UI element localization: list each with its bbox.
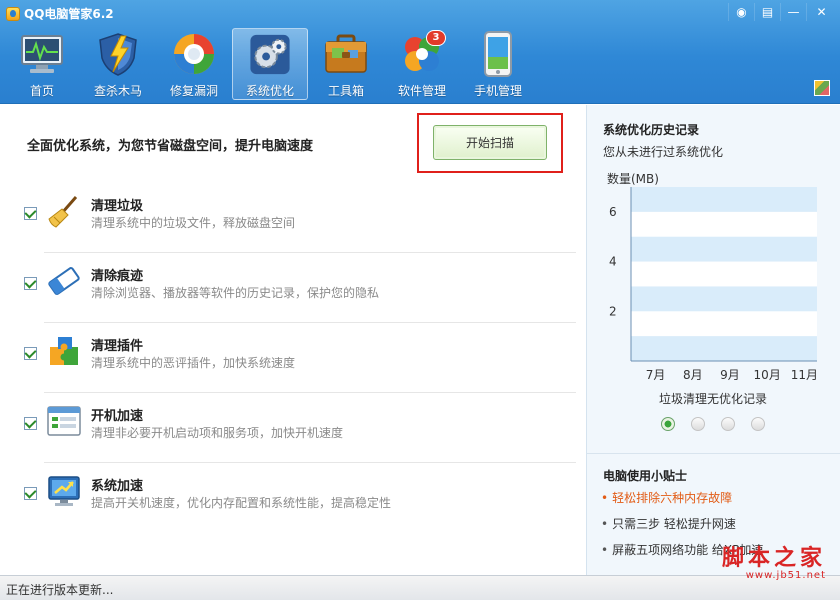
close-icon[interactable]: ✕	[806, 3, 836, 21]
carousel-dot[interactable]	[751, 417, 765, 431]
tab-phone-manage-label: 手机管理	[473, 84, 522, 98]
broom-icon	[48, 196, 78, 228]
tip-text: 轻松排除六种内存故障	[612, 491, 733, 505]
clean-plugins-title: 清理插件	[91, 339, 144, 354]
tab-virus-scan-label: 查杀木马	[93, 84, 142, 98]
page-title: 全面优化系统，为您节省磁盘空间，提升电脑速度	[27, 139, 314, 154]
chart-plot-area	[631, 187, 817, 361]
boot-speed-title: 开机加速	[91, 409, 144, 424]
puzzle-icon	[50, 337, 78, 365]
side-panel: 系统优化历史记录 您从未进行过系统优化 数量(MB) 2 4 6 7月 8月 9月 10月 1…	[586, 105, 840, 575]
software-update-badge: 3	[426, 30, 446, 46]
clean-junk-desc: 清理系统中的垃圾文件，释放磁盘空间	[91, 216, 296, 230]
tab-toolbox[interactable]: 工具箱	[308, 28, 384, 100]
clear-traces-title: 清除痕迹	[91, 269, 144, 284]
chart-grid-band	[631, 336, 817, 361]
tip-text: 只需三步 轻松提升网速	[612, 517, 736, 531]
chart-grid-band	[631, 236, 817, 262]
window-title: QQ电脑管家6.2	[6, 5, 114, 22]
qq-shield-logo-icon	[6, 6, 20, 21]
gears-icon	[250, 34, 290, 75]
system-speed-desc: 提高开关机速度，优化内存配置和系统性能，提高稳定性	[91, 496, 392, 510]
tab-fix-vulnerability-label: 修复漏洞	[169, 84, 218, 98]
clear-traces-checkbox[interactable]	[24, 277, 37, 290]
boot-speed-desc: 清理非必要开机启动项和服务项，加快开机速度	[91, 426, 344, 440]
tab-home-label: 首页	[29, 84, 54, 98]
window-controls: ◉ ▤ — ✕	[728, 3, 836, 21]
menu-icon[interactable]: ▤	[754, 3, 780, 21]
list-item-system-speed: 系统加速 提高开关机速度，优化内存配置和系统性能，提高稳定性	[0, 463, 586, 533]
repair-ring-icon	[174, 34, 214, 74]
clean-junk-title: 清理垃圾	[91, 199, 144, 214]
eraser-icon	[48, 267, 80, 295]
clean-plugins-checkbox[interactable]	[24, 347, 37, 360]
toolbox-icon	[325, 34, 367, 73]
y-tick-label: 2	[609, 304, 617, 318]
window-title-text: QQ电脑管家6.2	[24, 7, 114, 21]
optimize-item-list: 清理垃圾 清理系统中的垃圾文件，释放磁盘空间 清除痕迹 清除浏览器、播放器等软件…	[0, 183, 586, 533]
feedback-icon[interactable]: ◉	[728, 3, 754, 21]
list-item-clear-traces: 清除痕迹 清除浏览器、播放器等软件的历史记录，保护您的隐私	[0, 253, 586, 323]
carousel-dot[interactable]	[691, 417, 705, 431]
tab-software-manage-label: 软件管理	[397, 84, 446, 98]
phone-icon	[484, 31, 512, 77]
tab-toolbox-label: 工具箱	[327, 84, 364, 98]
x-tick-label: 8月	[683, 368, 703, 382]
tab-virus-scan[interactable]: 查杀木马	[80, 28, 156, 100]
x-tick-label: 11月	[791, 368, 818, 382]
y-tick-label: 4	[609, 255, 617, 269]
system-speed-checkbox[interactable]	[24, 487, 37, 500]
status-text: 正在进行版本更新...	[6, 583, 114, 597]
tab-home[interactable]: 首页	[4, 28, 80, 100]
scan-button-highlight: 开始扫描	[417, 113, 563, 173]
startup-window-icon	[47, 406, 81, 436]
skin-switch-icon[interactable]	[814, 80, 830, 96]
list-item-clean-plugins: 清理插件 清理系统中的恶评插件，加快系统速度	[0, 323, 586, 393]
tip-link[interactable]: • 轻松排除六种内存故障	[601, 489, 763, 506]
chart-grid-band	[631, 286, 817, 312]
x-tick-label: 10月	[754, 368, 781, 382]
header-bar: QQ电脑管家6.2 ◉ ▤ — ✕ 首页 查杀木马 修复漏洞 系统优化 工具箱 …	[0, 0, 840, 104]
tab-fix-vulnerability[interactable]: 修复漏洞	[156, 28, 232, 100]
tip-link[interactable]: • 只需三步 轻松提升网速	[601, 515, 763, 532]
watermark-title: 脚本之家	[721, 545, 826, 571]
bullet-icon: •	[601, 517, 609, 531]
history-chart: 2 4 6 7月 8月 9月 10月 11月	[609, 187, 818, 382]
clean-plugins-desc: 清理系统中的恶评插件，加快系统速度	[91, 356, 296, 370]
y-tick-label: 6	[609, 205, 617, 219]
tab-system-optimize[interactable]: 系统优化	[232, 28, 308, 100]
bullet-icon: •	[601, 543, 609, 557]
site-watermark: 脚本之家 www.jb51.net	[722, 540, 826, 581]
speed-monitor-icon	[48, 476, 80, 506]
x-tick-label: 7月	[646, 368, 666, 382]
carousel-dots	[661, 417, 781, 431]
list-item-boot-speed: 开机加速 清理非必要开机启动项和服务项，加快开机速度	[0, 393, 586, 463]
carousel-dot[interactable]	[661, 417, 675, 431]
chart-caption: 垃圾清理无优化记录	[659, 392, 768, 406]
status-bar: 正在进行版本更新...	[0, 575, 840, 600]
monitor-pulse-icon	[21, 35, 63, 73]
tab-software-manage[interactable]: 3 软件管理	[384, 28, 460, 100]
carousel-dot[interactable]	[721, 417, 735, 431]
optimize-panel: 全面优化系统，为您节省磁盘空间，提升电脑速度 开始扫描 清理垃圾 清理系统中的垃…	[0, 105, 586, 575]
bullet-icon: •	[601, 491, 609, 505]
shield-lightning-icon	[99, 33, 137, 76]
minimize-icon[interactable]: —	[780, 3, 806, 21]
chart-grid-band	[631, 187, 817, 212]
system-speed-title: 系统加速	[91, 479, 144, 494]
x-tick-label: 9月	[720, 368, 740, 382]
tab-system-optimize-label: 系统优化	[245, 84, 294, 98]
boot-speed-checkbox[interactable]	[24, 417, 37, 430]
main-toolbar: 首页 查杀木马 修复漏洞 系统优化 工具箱 3 软件管理 手机管理	[4, 28, 536, 100]
tips-title: 电脑使用小贴士	[603, 469, 688, 483]
clear-traces-desc: 清除浏览器、播放器等软件的历史记录，保护您的隐私	[91, 286, 380, 300]
clean-junk-checkbox[interactable]	[24, 207, 37, 220]
start-scan-button[interactable]: 开始扫描	[433, 125, 547, 160]
divider	[587, 453, 840, 454]
tab-phone-manage[interactable]: 手机管理	[460, 28, 536, 100]
list-item-clean-junk: 清理垃圾 清理系统中的垃圾文件，释放磁盘空间	[0, 183, 586, 253]
